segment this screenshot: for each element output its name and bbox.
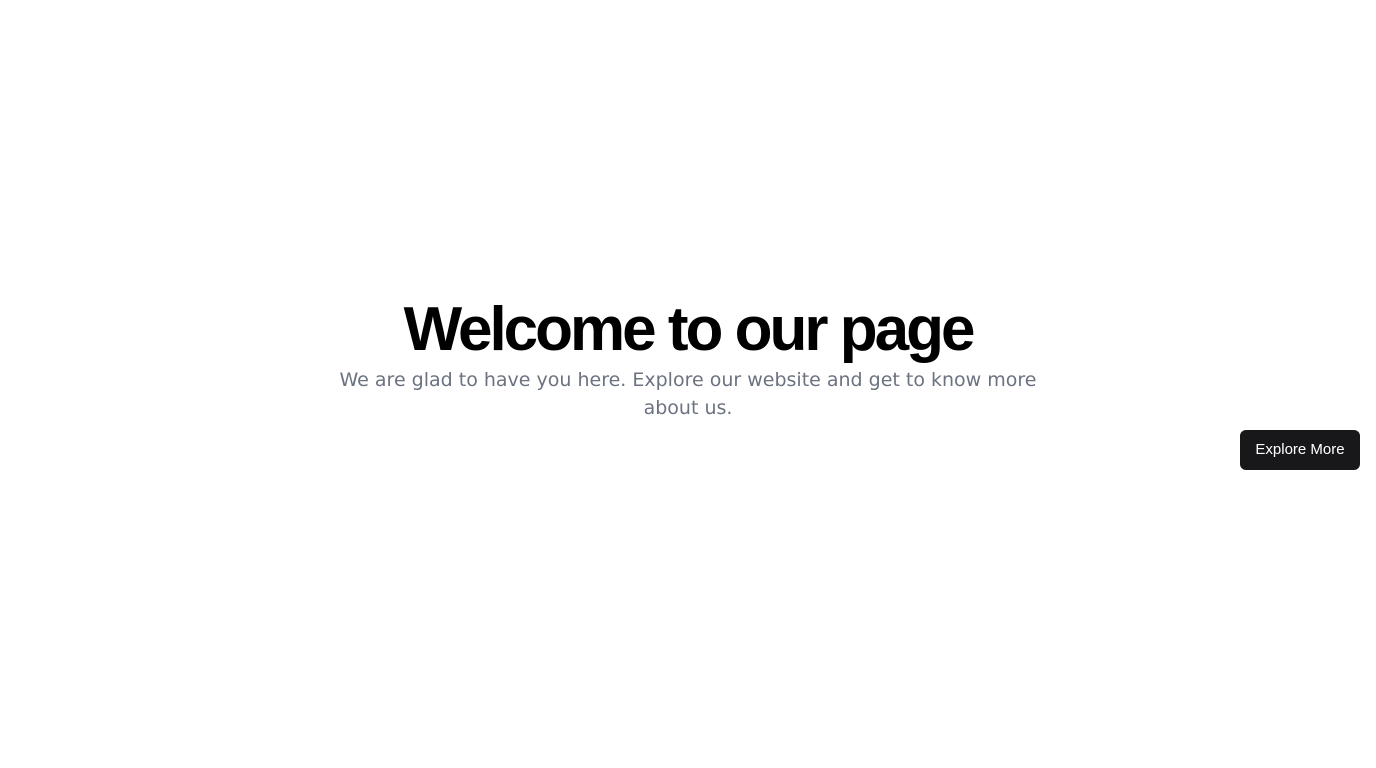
hero-section: Welcome to our page We are glad to have … — [0, 294, 1376, 422]
hero-subtitle: We are glad to have you here. Explore ou… — [339, 369, 1037, 419]
hero-title: Welcome to our page — [403, 295, 976, 364]
explore-more-button[interactable]: Explore More — [1240, 430, 1360, 470]
page: Welcome to our page We are glad to have … — [0, 0, 1376, 768]
